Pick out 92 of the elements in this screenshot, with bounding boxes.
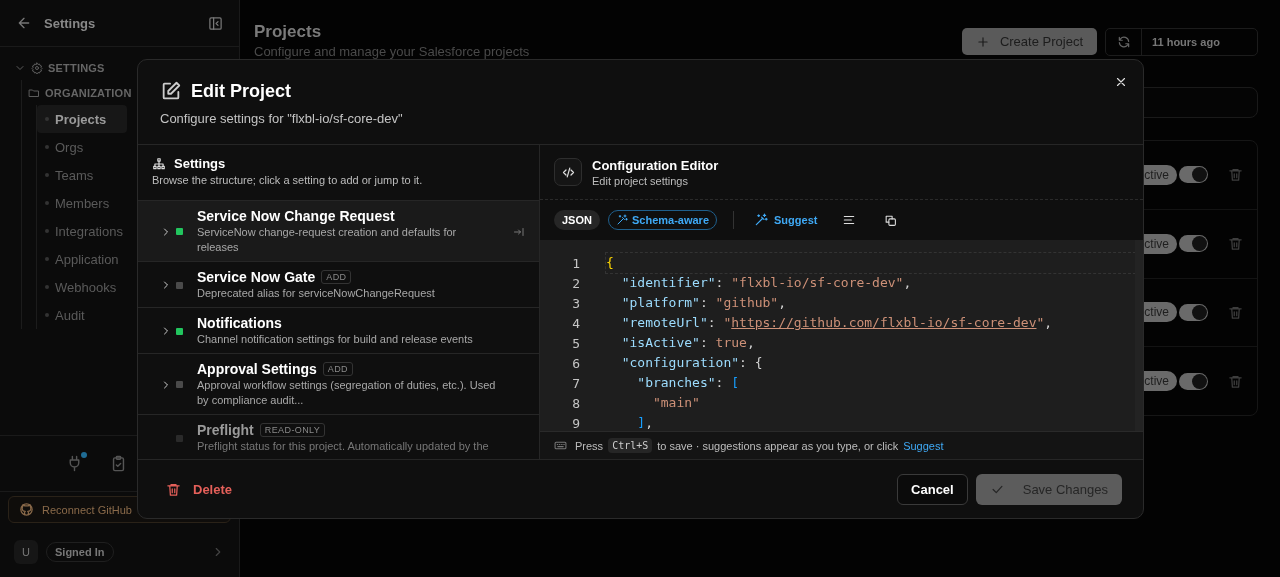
setting-description: Approval workflow settings (segregation of duties, etc.). Used by compliance audit... xyxy=(197,378,497,408)
copy-icon xyxy=(884,213,898,227)
setting-title: Preflight xyxy=(197,422,254,438)
sidebar-item[interactable]: Orgs xyxy=(37,133,127,161)
setting-tag: ADD xyxy=(321,270,352,284)
line-number: 4 xyxy=(571,315,580,331)
setting-description: ServiceNow change-request creation and defaults for releases xyxy=(197,225,458,255)
code-line: "platform": "github", xyxy=(620,294,788,312)
sidebar-item[interactable]: Webhooks xyxy=(37,273,127,301)
setting-item[interactable]: Service Now Change Request ServiceNow change-request creation and defaults for releases xyxy=(138,201,539,262)
code-line: "isActive": true, xyxy=(620,334,756,352)
toggle-switch[interactable] xyxy=(1179,372,1208,390)
line-number: 7 xyxy=(571,375,580,391)
edit-icon xyxy=(160,80,182,102)
panel-title: Configuration Editor xyxy=(592,157,719,173)
panel-description: Edit project settings xyxy=(592,174,689,187)
code-icon xyxy=(554,158,582,186)
panel-description: Browse the structure; click a setting to add or jump to it. xyxy=(152,174,424,186)
page-subtitle: Configure and manage your Salesforce projects xyxy=(254,44,531,59)
setting-description: Channel notification settings for build and release events xyxy=(197,332,474,347)
code-editor[interactable]: 1 { 2 "identifier": "flxbl-io/sf-core-dev", 3 "platform": "github", 4 "remoteUrl": "https://github.com/flxbl-io/sf-core-dev", 5 "isActive": true, 6 "configuration": { 7 "branches": [ 8 "main" 9 ], xyxy=(540,240,1143,431)
page-title: Projects xyxy=(254,22,323,42)
gear-icon xyxy=(31,61,43,74)
clipboard-check-button[interactable] xyxy=(110,455,127,472)
keyboard-icon xyxy=(554,439,567,452)
sidebar-item[interactable]: Integrations xyxy=(37,217,127,245)
hint-text: Press xyxy=(575,439,604,452)
line-number: 9 xyxy=(571,415,580,431)
notification-dot xyxy=(81,452,87,458)
logo-icon xyxy=(19,502,34,517)
sidebar-item[interactable]: Projects xyxy=(37,105,127,133)
code-line: { xyxy=(606,253,1135,273)
code-line: ], xyxy=(636,414,654,431)
code-line: "remoteUrl": "https://github.com/flxbl-io/sf-core-dev", xyxy=(620,314,1054,332)
trash-icon xyxy=(1228,304,1243,320)
sidebar-item[interactable]: Members xyxy=(37,189,127,217)
line-number: 5 xyxy=(571,335,580,351)
cancel-button[interactable]: Cancel xyxy=(897,473,968,505)
sidebar-item[interactable]: Application xyxy=(37,245,127,273)
delete-button[interactable]: Delete xyxy=(166,481,233,497)
magic-wand-icon xyxy=(615,214,628,226)
collapse-sidebar-button[interactable] xyxy=(208,15,223,31)
code-line: "branches": [ xyxy=(636,374,741,392)
hint-text: to save · suggestions appear as you type, or click xyxy=(657,439,899,452)
setting-title: Notifications xyxy=(197,315,282,331)
setting-tag: READ-ONLY xyxy=(259,423,326,437)
create-project-button[interactable]: Create Project xyxy=(961,28,1097,55)
magic-wand-icon xyxy=(754,213,768,227)
line-number: 8 xyxy=(571,395,580,411)
panel-title: Settings xyxy=(174,156,226,171)
dialog-title: Edit Project xyxy=(191,80,292,102)
plus-icon xyxy=(975,34,990,49)
trash-icon xyxy=(1228,373,1243,389)
toggle-switch[interactable] xyxy=(1179,235,1208,253)
setting-title: Approval Settings xyxy=(197,361,317,377)
trash-icon xyxy=(166,481,181,497)
avatar: U xyxy=(14,540,38,564)
shortcut-key: Ctrl+S xyxy=(608,438,653,453)
setting-tag: ADD xyxy=(322,362,353,376)
refresh-icon xyxy=(1116,35,1131,49)
close-icon xyxy=(1114,75,1128,89)
trash-icon xyxy=(1228,236,1243,252)
dialog-subtitle: Configure settings for "flxbl-io/sf-core-dev" xyxy=(160,111,404,126)
tree-section[interactable]: ORGANIZATION xyxy=(45,86,132,99)
code-line: "main" xyxy=(651,394,701,412)
toggle-switch[interactable] xyxy=(1179,303,1208,321)
sidebar-item[interactable]: Teams xyxy=(37,161,127,189)
line-number: 2 xyxy=(571,275,580,291)
line-number: 6 xyxy=(571,355,580,371)
line-number: 1 xyxy=(571,255,580,271)
setting-title: Service Now Change Request xyxy=(197,208,395,224)
tree-section[interactable]: SETTINGS xyxy=(48,61,105,74)
code-line: "identifier": "flxbl-io/sf-core-dev", xyxy=(620,274,913,292)
folder-icon xyxy=(28,86,40,99)
code-line: "configuration": { xyxy=(620,354,764,372)
setting-description: Deprecated alias for serviceNowChangeRequest xyxy=(197,286,436,301)
sidebar-title: Settings xyxy=(44,15,97,31)
jump-to-button[interactable] xyxy=(513,225,525,238)
line-number: 3 xyxy=(571,295,580,311)
setting-description: Preflight status for this project. Automatically updated by the xyxy=(197,439,490,454)
hierarchy-icon xyxy=(152,156,166,171)
setting-title: Service Now Gate xyxy=(197,269,316,285)
sidebar-item[interactable]: Audit xyxy=(37,301,127,329)
back-button[interactable] xyxy=(16,15,32,31)
last-sync-time: 11 hours ago xyxy=(1151,36,1220,48)
align-left-icon xyxy=(842,213,857,227)
suggest-button[interactable]: Suggest xyxy=(750,211,822,229)
format-label: JSON xyxy=(554,210,600,230)
trash-icon xyxy=(1228,167,1243,183)
toggle-switch[interactable] xyxy=(1179,166,1208,184)
clipboard-check-icon xyxy=(110,455,127,472)
suggest-link[interactable]: Suggest xyxy=(903,439,944,452)
